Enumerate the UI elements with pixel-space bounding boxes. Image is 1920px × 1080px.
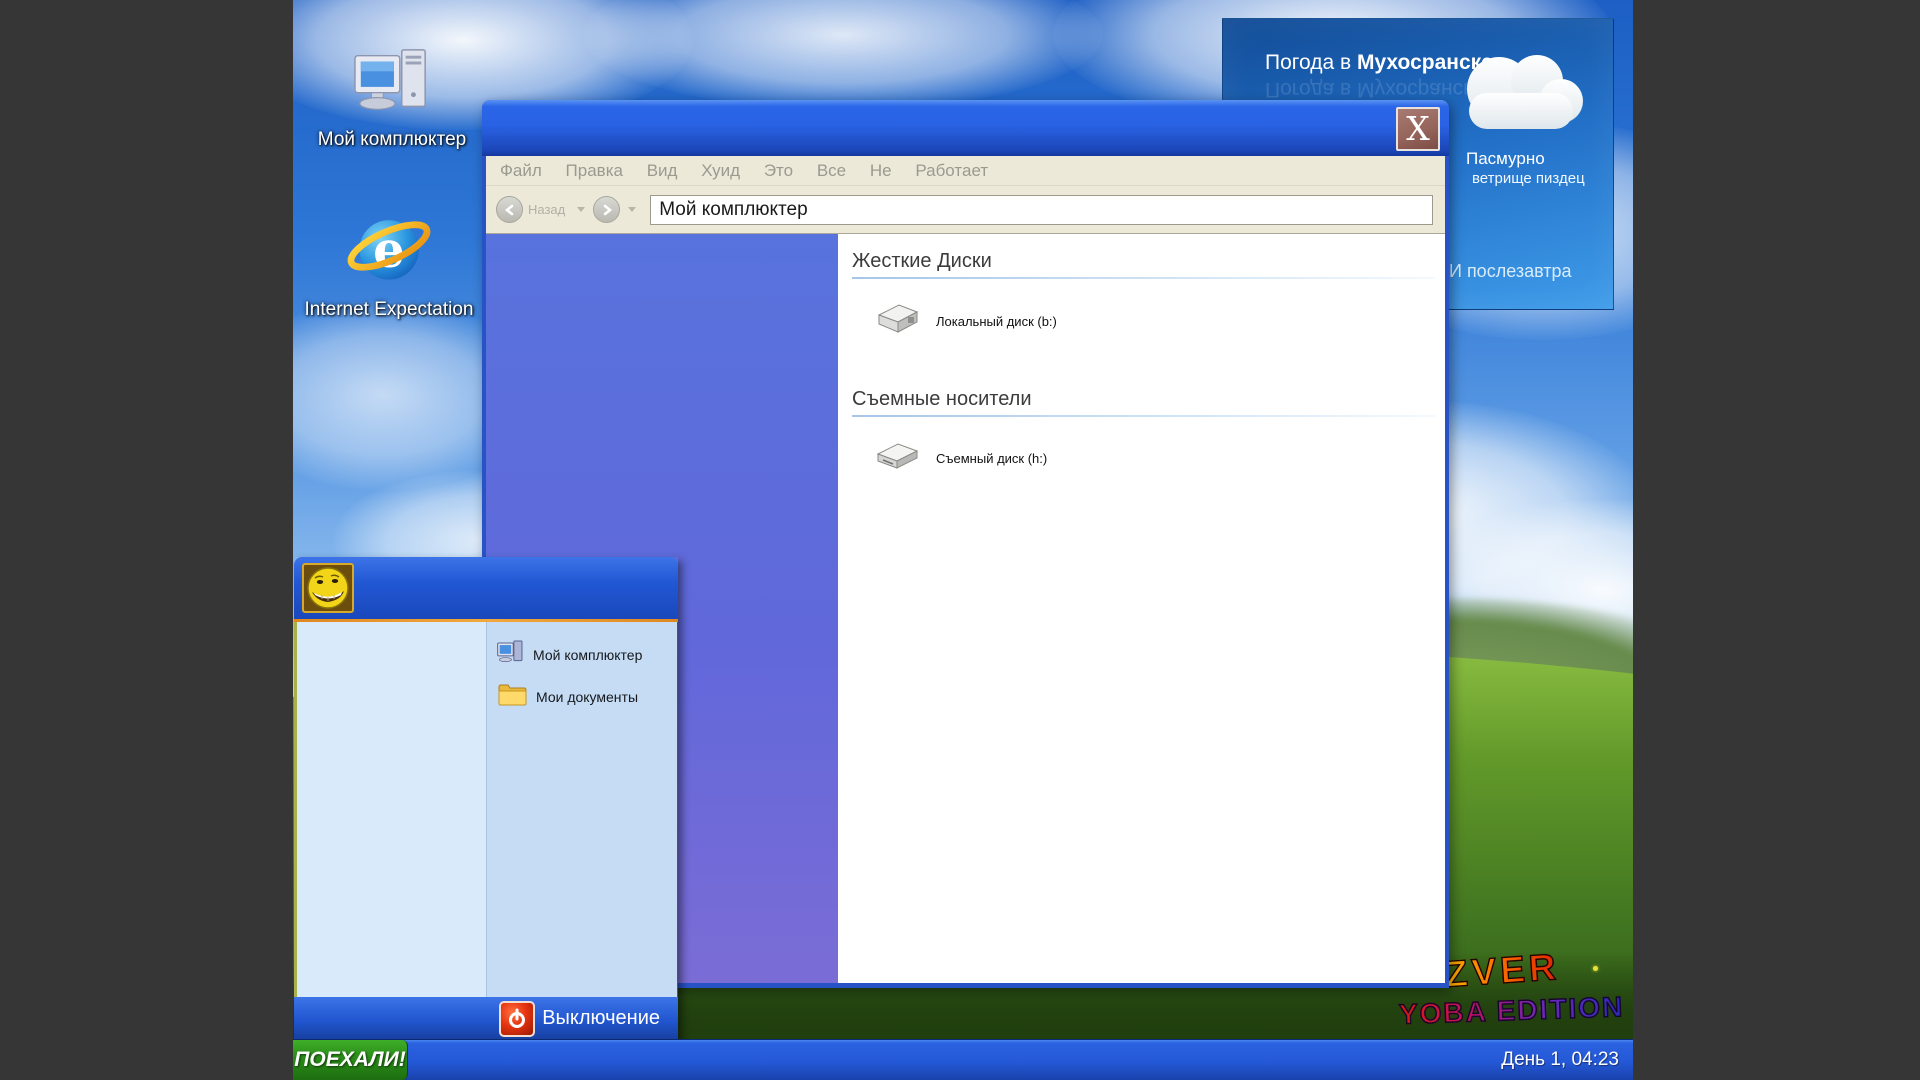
my-computer-icon <box>497 639 524 671</box>
shutdown-label[interactable]: Выключение <box>542 1007 660 1030</box>
start-menu-bottom-bar: Выключение <box>294 997 678 1040</box>
start-menu-item-my-documents[interactable]: Мои документы <box>487 676 677 718</box>
folder-content: Жесткие Диски Локаль <box>838 234 1445 983</box>
back-icon <box>504 204 516 216</box>
desktop: ZVER YOBA EDITION Мой комплюктер <box>293 0 1633 1080</box>
removable-drive-icon <box>873 439 921 478</box>
window-titlebar[interactable]: X <box>482 100 1449 156</box>
menu-item-8[interactable]: Работает <box>915 161 988 180</box>
desktop-icon-internet-expectation[interactable]: e Internet Expectation <box>298 200 480 321</box>
section-divider <box>852 415 1435 417</box>
start-menu-body: Мой комплюктер Мои документы <box>294 622 678 997</box>
trollface-icon <box>305 566 351 610</box>
menu-item-file[interactable]: Файл <box>500 161 542 180</box>
back-dropdown-icon[interactable] <box>577 207 585 212</box>
cloud <box>583 0 1103 110</box>
menu-item-7[interactable]: Не <box>870 161 892 180</box>
flower <box>1593 966 1598 971</box>
menu-bar: Файл Правка Вид Хуид Это Все Не Работает <box>486 156 1445 186</box>
internet-explorer-icon: e <box>345 279 433 296</box>
address-input[interactable] <box>650 195 1433 225</box>
folder-icon <box>497 682 527 712</box>
start-menu-item-label: Мои документы <box>536 689 638 705</box>
power-icon <box>506 1008 528 1030</box>
start-menu-right-column: Мой комплюктер Мои документы <box>487 622 677 997</box>
menu-item-6[interactable]: Все <box>817 161 846 180</box>
drive-item-local-disk[interactable]: Локальный диск (b:) <box>873 301 1435 342</box>
start-button[interactable]: ПОЕХАЛИ! <box>293 1040 408 1080</box>
menu-item-4[interactable]: Хуид <box>701 161 740 180</box>
section-title-removable-media: Съемные носители <box>852 388 1435 411</box>
close-button[interactable]: X <box>1396 107 1440 151</box>
weather-condition: Пасмурно <box>1466 149 1545 169</box>
start-menu-left-column <box>297 622 487 997</box>
section-divider <box>852 277 1435 279</box>
avatar <box>302 563 354 613</box>
taskbar-clock: День 1, 04:23 <box>1501 1040 1633 1080</box>
forward-button[interactable] <box>593 196 620 223</box>
menu-item-view[interactable]: Вид <box>647 161 678 180</box>
cloud-icon <box>1441 43 1599 160</box>
menu-item-edit[interactable]: Правка <box>566 161 623 180</box>
back-button[interactable] <box>496 196 523 223</box>
menu-item-5[interactable]: Это <box>764 161 793 180</box>
start-menu-header <box>294 557 678 619</box>
my-computer-icon <box>353 109 431 126</box>
desktop-icon-label: Мой комплюктер <box>312 129 472 151</box>
drive-item-label: Съемный диск (h:) <box>936 451 1047 466</box>
section-title-hard-disks: Жесткие Диски <box>852 250 1435 273</box>
forward-icon <box>601 204 613 216</box>
weather-condition-detail: ветрище пиздец <box>1472 170 1585 187</box>
start-menu-item-my-computer[interactable]: Мой комплюктер <box>487 634 677 676</box>
weather-forecast: И послезавтра <box>1449 261 1572 282</box>
desktop-icon-my-computer[interactable]: Мой комплюктер <box>312 44 472 151</box>
back-button-label: Назад <box>528 202 565 217</box>
taskbar: ПОЕХАЛИ! День 1, 04:23 <box>293 1040 1633 1080</box>
screen: ZVER YOBA EDITION Мой комплюктер <box>0 0 1920 1080</box>
shutdown-button[interactable] <box>499 1001 535 1037</box>
drive-item-removable-disk[interactable]: Съемный диск (h:) <box>873 439 1435 478</box>
start-menu-item-label: Мой комплюктер <box>533 647 642 663</box>
zver-branding-line1: ZVER <box>1444 946 1561 996</box>
hard-drive-icon <box>873 301 921 342</box>
drive-item-label: Локальный диск (b:) <box>936 314 1057 329</box>
navigation-toolbar: Назад <box>486 186 1445 234</box>
start-menu: Мой комплюктер Мои документы <box>294 557 678 1040</box>
desktop-icon-label: Internet Expectation <box>298 299 480 321</box>
forward-dropdown-icon[interactable] <box>628 207 636 212</box>
